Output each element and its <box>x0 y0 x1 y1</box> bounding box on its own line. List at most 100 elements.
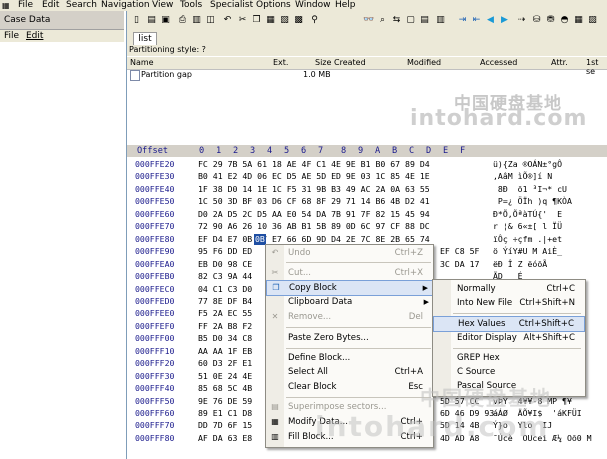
menu-item-define-block[interactable]: Define Block... <box>266 351 433 365</box>
col-created[interactable]: Created <box>334 58 366 67</box>
hex-text[interactable]: P=¿ ÖÏh )q ¶KÒA <box>493 195 572 207</box>
menu-specialist[interactable]: Specialist <box>210 0 253 11</box>
menu-item-remove[interactable]: ✕ Remove... Del <box>266 310 433 324</box>
copy-icon[interactable]: ❐ <box>251 15 262 26</box>
menu-item-paste-zero-bytes[interactable]: Paste Zero Bytes... <box>266 331 433 345</box>
menu-options[interactable]: Options <box>256 0 291 11</box>
calculator-icon[interactable]: ▦ <box>573 15 584 26</box>
hex-text[interactable]: ,AâM ìÕ®]í N <box>493 170 552 182</box>
col-ext[interactable]: Ext. <box>273 58 288 67</box>
hex-bytes[interactable]: B5 D0 34 C8 <box>198 332 252 344</box>
hex-bytes[interactable]: DD 7D 6F 15 <box>198 419 252 431</box>
case-data-menu: File Edit <box>0 30 124 42</box>
case-menu-edit[interactable]: Edit <box>26 31 43 41</box>
hex-text[interactable]: 8Ð õ1 ³I¬* cU <box>493 183 567 195</box>
find-next-icon[interactable]: ⌕ <box>377 15 388 26</box>
hex-bytes[interactable]: 72 90 A6 26 10 36 AB B1 5B 89 0D 6C 97 C… <box>198 220 430 232</box>
hex-bytes[interactable]: 82 C3 9A 44 <box>198 270 252 282</box>
goto-icon[interactable]: ⇥ <box>457 15 468 26</box>
copy-sectors-icon[interactable]: ▩ <box>293 15 304 26</box>
analyze-icon[interactable]: ◓ <box>559 15 570 26</box>
goto-offset-icon[interactable]: ▥ <box>435 15 446 26</box>
nav-forward-icon[interactable]: ▶ <box>499 15 510 26</box>
hex-bytes[interactable]: EF D4 E7 0B F7 E7 66 6D 9D D4 2E 7C 8E 2… <box>198 233 430 245</box>
paste-icon[interactable]: ▦ <box>265 15 276 26</box>
hex-bytes[interactable]: B0 41 E2 4D 06 EC D5 AE 5D ED 9E 03 1C 8… <box>198 170 430 182</box>
hex-bytes-partial[interactable]: 3C DA 17 <box>440 258 479 270</box>
open-disk-icon[interactable]: ◫ <box>205 15 216 26</box>
back-icon[interactable]: ⇤ <box>471 15 482 26</box>
menu-item-copy-block[interactable]: ❐ Copy Block ▶ <box>266 280 433 296</box>
ram-editor-icon[interactable]: ⛃ <box>545 15 556 26</box>
replace-hex-icon[interactable]: ▤ <box>419 15 430 26</box>
menu-item-clear-block[interactable]: Clear Block Esc <box>266 380 433 394</box>
tab-list[interactable]: list <box>133 32 157 45</box>
hash-icon[interactable]: ▨ <box>587 15 598 26</box>
hex-bytes[interactable]: FC 29 7B 5A 61 18 AE 4F C1 4E 9E B1 B0 6… <box>198 158 430 170</box>
hex-text[interactable]: r ¦& 6«±[ l ÏÜ <box>493 220 562 232</box>
hex-bytes-partial[interactable]: EF C8 5F <box>440 245 479 257</box>
submenu-item-c-source[interactable]: C Source <box>433 365 585 379</box>
col-modified[interactable]: Modified <box>407 58 441 67</box>
search-hex-icon[interactable]: 👓 <box>363 15 374 26</box>
open-file-icon[interactable]: ▤ <box>146 15 157 26</box>
print-icon[interactable]: ⎙ <box>177 15 188 26</box>
hex-text[interactable]: Ð*Õ,ÕªàTÚ{' E <box>493 208 562 220</box>
hex-text[interactable]: ïÔç ÷çfm .|+et <box>493 233 562 245</box>
hex-bytes[interactable]: F5 2A EC 55 <box>198 307 252 319</box>
hex-bytes[interactable]: 60 D3 2F E1 <box>198 357 252 369</box>
find-text-icon[interactable]: ⚲ <box>309 15 320 26</box>
cut-icon[interactable]: ✂ <box>237 15 248 26</box>
menu-edit[interactable]: Edit <box>42 0 59 11</box>
menu-file[interactable]: File <box>18 0 33 11</box>
hex-bytes[interactable]: EB D0 98 CE <box>198 258 252 270</box>
menu-search[interactable]: Search <box>66 0 97 11</box>
menu-window[interactable]: Window <box>295 0 331 11</box>
hex-bytes[interactable]: 1F 38 D0 14 1E 1C F5 31 9B B3 49 AC 2A 0… <box>198 183 430 195</box>
menu-help[interactable]: Help <box>335 0 356 11</box>
new-file-icon[interactable]: ▯ <box>131 15 142 26</box>
hex-bytes[interactable]: 1C 50 3D BF 03 D6 CF 68 8F 29 71 14 B6 4… <box>198 195 430 207</box>
hex-bytes[interactable]: 77 8E DF B4 <box>198 295 252 307</box>
menu-navigation[interactable]: Navigation <box>101 0 150 11</box>
hex-bytes[interactable]: 89 E1 C1 D8 <box>198 407 252 419</box>
menu-view[interactable]: View <box>152 0 173 11</box>
submenu-item-hex-values[interactable]: Hex Values Ctrl+Shift+C <box>433 316 585 332</box>
hex-bytes[interactable]: FF 2A B8 F2 <box>198 320 252 332</box>
hex-bytes[interactable]: D0 2A D5 2C D5 AA E0 54 DA 7B 91 7F 82 1… <box>198 208 430 220</box>
menu-item-undo[interactable]: ↶ Undo Ctrl+Z <box>266 246 433 260</box>
replace-icon[interactable]: ⇆ <box>391 15 402 26</box>
hex-text[interactable]: ö ÝíY#U M AiÈ_ <box>493 245 562 257</box>
menu-item-select-all[interactable]: Select All Ctrl+A <box>266 365 433 379</box>
undo-icon[interactable]: ↶ <box>222 15 233 26</box>
col-accessed[interactable]: Accessed <box>480 58 517 67</box>
hex-bytes[interactable]: 51 0E 24 4E <box>198 370 252 382</box>
paste-block-icon[interactable]: ▧ <box>279 15 290 26</box>
properties-icon[interactable]: ▥ <box>191 15 202 26</box>
menu-tools[interactable]: Tools <box>180 0 202 11</box>
menu-item-clipboard-data[interactable]: Clipboard Data ▶ <box>266 295 433 309</box>
col-attr[interactable]: Attr. <box>551 58 568 67</box>
hex-bytes[interactable]: 04 C1 C3 D0 <box>198 283 252 295</box>
disk-editor-icon[interactable]: ⛁ <box>531 15 542 26</box>
col-first-sector[interactable]: 1st se <box>586 58 607 76</box>
menu-item-cut[interactable]: ✂ Cut... Ctrl+X <box>266 266 433 280</box>
hex-bytes[interactable]: AA AA 1F EB <box>198 345 252 357</box>
position-manager-icon[interactable]: ⇢ <box>516 15 527 26</box>
hex-text[interactable]: ëÐ Î Z ëóõÃ <box>493 258 547 270</box>
submenu-item-into-new-file[interactable]: Into New File Ctrl+Shift+N <box>433 296 585 310</box>
col-name[interactable]: Name <box>130 58 154 67</box>
submenu-item-editor-display[interactable]: Editor Display Alt+Shift+C <box>433 331 585 345</box>
col-size[interactable]: Size <box>315 58 331 67</box>
hex-bytes[interactable]: 9E 76 DE 59 <box>198 395 252 407</box>
hex-text[interactable]: ü){Za ®OÁN±°gÔ <box>493 158 562 170</box>
nav-back-icon[interactable]: ◀ <box>485 15 496 26</box>
find-hex-icon[interactable]: ▢ <box>405 15 416 26</box>
hex-bytes[interactable]: 85 68 5C 4B <box>198 382 252 394</box>
submenu-item-grep-hex[interactable]: GREP Hex <box>433 351 585 365</box>
submenu-item-normally[interactable]: Normally Ctrl+C <box>433 282 585 296</box>
save-icon[interactable]: ▣ <box>160 15 171 26</box>
hex-bytes[interactable]: AF DA 63 E8 <box>198 432 252 444</box>
hex-bytes[interactable]: 95 F6 DD ED <box>198 245 252 257</box>
case-menu-file[interactable]: File <box>4 31 19 41</box>
